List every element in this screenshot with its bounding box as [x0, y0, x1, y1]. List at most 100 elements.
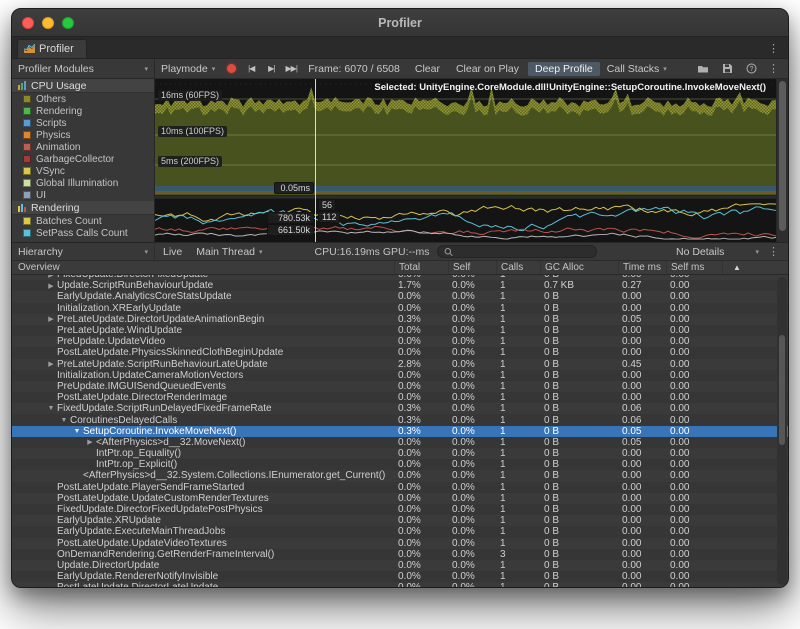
- table-row[interactable]: ▶PreLateUpdate.DirectorUpdateAnimationBe…: [12, 314, 788, 325]
- tab-profiler[interactable]: Profiler: [17, 39, 87, 58]
- module-header-cpu-usage[interactable]: CPU Usage: [12, 79, 154, 93]
- legend-item[interactable]: Animation: [12, 141, 154, 153]
- table-row[interactable]: ▼CoroutinesDelayedCalls0.3%0.0%10 B0.060…: [12, 414, 788, 425]
- table-row[interactable]: EarlyUpdate.XRUpdate0.0%0.0%10 B0.000.00: [12, 515, 788, 526]
- table-row[interactable]: PostLateUpdate.DirectorRenderImage0.0%0.…: [12, 392, 788, 403]
- minimize-button[interactable]: [42, 17, 54, 29]
- table-row[interactable]: IntPtr.op_Equality()0.0%0.0%10 B0.000.00: [12, 448, 788, 459]
- table-row[interactable]: ▶<AfterPhysics>d__32.MoveNext()0.0%0.0%1…: [12, 437, 788, 448]
- playmode-dropdown[interactable]: Playmode ▾: [155, 59, 221, 78]
- cpu-usage-chart[interactable]: Selected: UnityEngine.CoreModule.dll!Uni…: [155, 79, 776, 195]
- column-time-ms[interactable]: Time ms: [618, 261, 666, 274]
- cell-total: 0.0%: [394, 493, 448, 504]
- table-scrollbar-thumb[interactable]: [779, 335, 785, 445]
- table-scrollbar[interactable]: [777, 277, 787, 585]
- clear-button[interactable]: Clear: [408, 62, 447, 76]
- legend-item[interactable]: Global Illumination: [12, 177, 154, 189]
- table-row[interactable]: PostLateUpdate.UpdateCustomRenderTexture…: [12, 493, 788, 504]
- close-button[interactable]: [22, 17, 34, 29]
- expand-icon[interactable]: ▶: [45, 282, 57, 290]
- zoom-button[interactable]: [62, 17, 74, 29]
- titlebar[interactable]: Profiler: [12, 9, 788, 37]
- search-field[interactable]: [437, 245, 597, 258]
- deep-profile-toggle[interactable]: Deep Profile: [528, 62, 600, 76]
- profiler-modules-label: Profiler Modules: [18, 63, 94, 75]
- table-row[interactable]: PreLateUpdate.WindUpdate0.0%0.0%10 B0.00…: [12, 325, 788, 336]
- expand-icon[interactable]: ▶: [45, 315, 57, 323]
- row-label: <AfterPhysics>d__32.MoveNext(): [96, 437, 246, 448]
- chart-scrollbar[interactable]: [776, 79, 788, 242]
- legend-item[interactable]: Batches Count: [12, 215, 154, 227]
- tab-menu-icon[interactable]: ⋮: [768, 42, 779, 55]
- details-menu-icon[interactable]: ⋮: [765, 245, 782, 258]
- module-header-rendering[interactable]: Rendering: [12, 201, 154, 215]
- scroll-up-icon[interactable]: ▲: [733, 263, 741, 272]
- expand-icon[interactable]: ▶: [84, 438, 96, 446]
- collapse-icon[interactable]: ▼: [71, 428, 83, 435]
- table-row[interactable]: Initialization.XREarlyUpdate0.0%0.0%10 B…: [12, 303, 788, 314]
- collapse-icon[interactable]: ▼: [45, 405, 57, 412]
- legend-item[interactable]: Others: [12, 93, 154, 105]
- chart-scrollbar-thumb[interactable]: [779, 81, 786, 231]
- table-row[interactable]: PostLateUpdate.PlayerSendFrameStarted0.0…: [12, 482, 788, 493]
- column-self[interactable]: Self: [448, 261, 496, 274]
- legend-item[interactable]: Physics: [12, 129, 154, 141]
- save-button[interactable]: [718, 61, 736, 77]
- help-button[interactable]: ?: [742, 61, 760, 77]
- legend-item[interactable]: Scripts: [12, 117, 154, 129]
- table-row[interactable]: PostLateUpdate.PhysicsSkinnedClothBeginU…: [12, 347, 788, 358]
- table-row[interactable]: Initialization.UpdateCameraMotionVectors…: [12, 370, 788, 381]
- legend-item[interactable]: UI: [12, 189, 154, 201]
- search-input[interactable]: [458, 246, 591, 257]
- table-row[interactable]: EarlyUpdate.AnalyticsCoreStatsUpdate0.0%…: [12, 291, 788, 302]
- row-label: <AfterPhysics>d__32.System.Collections.I…: [83, 470, 385, 481]
- next-frame-button[interactable]: ▶|: [262, 61, 280, 77]
- column-total[interactable]: Total: [394, 261, 448, 274]
- rendering-chart[interactable]: 56 112 780.53k 661.50k: [155, 199, 776, 242]
- collapse-icon[interactable]: ▼: [58, 417, 70, 424]
- load-button[interactable]: [694, 61, 712, 77]
- call-stacks-dropdown[interactable]: Call Stacks ▾: [601, 59, 673, 78]
- table-row[interactable]: <AfterPhysics>d__32.System.Collections.I…: [12, 470, 788, 481]
- table-row[interactable]: PreUpdate.IMGUISendQueuedEvents0.0%0.0%1…: [12, 381, 788, 392]
- live-toggle[interactable]: Live: [155, 246, 190, 258]
- details-view-dropdown[interactable]: No Details ▾: [670, 243, 765, 260]
- table-row[interactable]: PostLateUpdate.UpdateVideoTextures0.0%0.…: [12, 538, 788, 549]
- table-row[interactable]: Update.DirectorUpdate0.0%0.0%10 B0.000.0…: [12, 560, 788, 571]
- legend-item[interactable]: VSync: [12, 165, 154, 177]
- table-row[interactable]: PreUpdate.UpdateVideo0.0%0.0%10 B0.000.0…: [12, 336, 788, 347]
- expand-icon[interactable]: ▶: [45, 275, 57, 279]
- expand-icon[interactable]: ▶: [45, 360, 57, 368]
- thread-dropdown[interactable]: Main Thread ▾: [190, 243, 268, 260]
- cell-selfms: 0.00: [666, 560, 722, 571]
- legend-item[interactable]: GarbageCollector: [12, 153, 154, 165]
- table-row[interactable]: OnDemandRendering.GetRenderFrameInterval…: [12, 549, 788, 560]
- legend-item[interactable]: SetPass Calls Count: [12, 227, 154, 239]
- chart-area[interactable]: Selected: UnityEngine.CoreModule.dll!Uni…: [155, 79, 776, 242]
- table-row[interactable]: FixedUpdate.DirectorFixedUpdatePostPhysi…: [12, 504, 788, 515]
- record-button[interactable]: [222, 61, 240, 77]
- column-calls[interactable]: Calls: [496, 261, 540, 274]
- column-overview[interactable]: Overview: [12, 262, 394, 273]
- table-row[interactable]: EarlyUpdate.RendererNotifyInvisible0.0%0…: [12, 571, 788, 582]
- table-row[interactable]: EarlyUpdate.ExecuteMainThreadJobs0.0%0.0…: [12, 526, 788, 537]
- table-row[interactable]: ▼FixedUpdate.ScriptRunDelayedFixedFrameR…: [12, 403, 788, 414]
- profiler-modules-dropdown[interactable]: Profiler Modules ▾: [12, 59, 155, 78]
- frame-timings-label: CPU:16.19ms GPU:--ms: [315, 246, 430, 258]
- cell-total: 0.0%: [394, 325, 448, 336]
- table-row[interactable]: ▶PreLateUpdate.ScriptRunBehaviourLateUpd…: [12, 359, 788, 370]
- table-row[interactable]: ▼SetupCoroutine.InvokeMoveNext()0.3%0.0%…: [12, 426, 788, 437]
- toolbar-menu-icon[interactable]: ⋮: [765, 62, 782, 75]
- table-row[interactable]: IntPtr.op_Explicit()0.0%0.0%10 B0.000.00: [12, 459, 788, 470]
- clear-on-play-toggle[interactable]: Clear on Play: [449, 62, 526, 76]
- current-frame-button[interactable]: ▶▶|: [282, 61, 300, 77]
- prev-frame-button[interactable]: |◀: [242, 61, 260, 77]
- cell-gc: 0 B: [540, 392, 618, 403]
- legend-item[interactable]: Rendering: [12, 105, 154, 117]
- frame-scrubber[interactable]: [315, 79, 316, 242]
- column-gc-alloc[interactable]: GC Alloc: [540, 261, 618, 274]
- column-self-ms[interactable]: Self ms: [666, 261, 722, 274]
- table-row[interactable]: PostLateUpdate.DirectorLateUpdate0.0%0.0…: [12, 582, 788, 587]
- table-row[interactable]: ▶Update.ScriptRunBehaviourUpdate1.7%0.0%…: [12, 280, 788, 291]
- view-mode-dropdown[interactable]: Hierarchy ▾: [12, 243, 155, 260]
